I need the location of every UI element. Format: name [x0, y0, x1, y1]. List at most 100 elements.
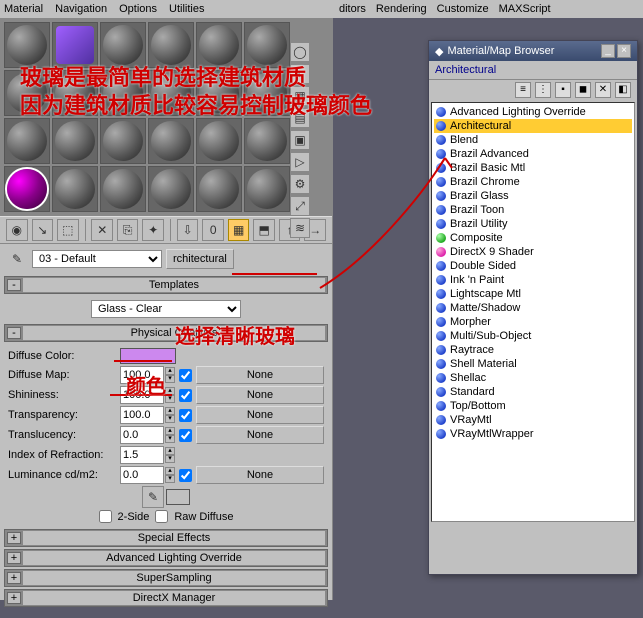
- backlight-icon[interactable]: ◐: [290, 64, 310, 84]
- menu-editors[interactable]: ditors: [339, 3, 366, 15]
- expand-icon[interactable]: +: [7, 572, 21, 584]
- material-map-nav-icon[interactable]: ≋: [290, 218, 310, 238]
- luminance-map-button[interactable]: None: [196, 466, 324, 484]
- show-map-icon[interactable]: ▦: [228, 219, 250, 241]
- material-list-item[interactable]: Matte/Shadow: [434, 301, 632, 315]
- spin-up-icon[interactable]: ▴: [165, 407, 175, 415]
- spin-up-icon[interactable]: ▴: [165, 447, 175, 455]
- diffuse-map-spinner[interactable]: [120, 366, 164, 384]
- view-list-icons-icon[interactable]: ⋮: [535, 82, 551, 98]
- material-list-item[interactable]: Shell Material: [434, 357, 632, 371]
- expand-icon[interactable]: +: [7, 552, 21, 564]
- diffuse-map-button[interactable]: None: [196, 366, 324, 384]
- spin-down-icon[interactable]: ▾: [165, 375, 175, 383]
- material-list-item[interactable]: Morpher: [434, 315, 632, 329]
- main-menubar[interactable]: ditors Rendering Customize MAXScript: [333, 0, 643, 18]
- sample-type-icon[interactable]: ◯: [290, 42, 310, 62]
- spin-up-icon[interactable]: ▴: [165, 427, 175, 435]
- material-list-item[interactable]: Architectural: [434, 119, 632, 133]
- set-luminance-color[interactable]: [166, 489, 190, 505]
- material-list-item[interactable]: Composite: [434, 231, 632, 245]
- material-id-icon[interactable]: 0: [202, 219, 224, 241]
- sample-slot[interactable]: [196, 166, 242, 212]
- view-small-icon[interactable]: ▪: [555, 82, 571, 98]
- sample-slot[interactable]: [196, 22, 242, 68]
- material-list-item[interactable]: Brazil Toon: [434, 203, 632, 217]
- background-icon[interactable]: ▦: [290, 86, 310, 106]
- spin-down-icon[interactable]: ▾: [165, 455, 175, 463]
- sample-slot[interactable]: [100, 22, 146, 68]
- two-side-checkbox[interactable]: [99, 510, 112, 523]
- sample-slot[interactable]: [196, 70, 242, 116]
- select-by-mtl-icon[interactable]: ⤢: [290, 196, 310, 216]
- menu-customize[interactable]: Customize: [437, 3, 489, 15]
- translucency-spinner[interactable]: [120, 426, 164, 444]
- material-list-item[interactable]: Lightscape Mtl: [434, 287, 632, 301]
- collapse-icon[interactable]: -: [7, 279, 21, 291]
- templates-rollout-header[interactable]: - Templates: [4, 276, 328, 294]
- sample-slot[interactable]: [244, 166, 290, 212]
- adv-lighting-header[interactable]: +Advanced Lighting Override: [4, 549, 328, 567]
- assign-to-selection-icon[interactable]: ⬚: [57, 219, 79, 241]
- sample-slot[interactable]: [4, 118, 50, 164]
- expand-icon[interactable]: +: [7, 532, 21, 544]
- material-list-item[interactable]: Brazil Advanced: [434, 147, 632, 161]
- ior-spinner[interactable]: [120, 446, 164, 464]
- transparency-map-button[interactable]: None: [196, 406, 324, 424]
- spin-down-icon[interactable]: ▾: [165, 395, 175, 403]
- spin-down-icon[interactable]: ▾: [165, 475, 175, 483]
- sample-slot[interactable]: [148, 118, 194, 164]
- material-list-item[interactable]: Advanced Lighting Override: [434, 105, 632, 119]
- luminance-spinner[interactable]: [120, 466, 164, 484]
- video-check-icon[interactable]: ▣: [290, 130, 310, 150]
- template-select[interactable]: Glass - Clear: [91, 300, 241, 318]
- options-icon[interactable]: ⚙: [290, 174, 310, 194]
- menu-options[interactable]: Options: [119, 3, 157, 15]
- show-end-result-icon[interactable]: ⬒: [253, 219, 275, 241]
- material-list-item[interactable]: Brazil Chrome: [434, 175, 632, 189]
- raw-diffuse-checkbox[interactable]: [155, 510, 168, 523]
- make-copy-icon[interactable]: ⎘: [117, 219, 139, 241]
- menu-material[interactable]: Material: [4, 3, 43, 15]
- sample-slot[interactable]: [148, 22, 194, 68]
- options-icon[interactable]: ◧: [615, 82, 631, 98]
- material-list-item[interactable]: Multi/Sub-Object: [434, 329, 632, 343]
- material-list-item[interactable]: VRayMtl: [434, 413, 632, 427]
- sample-slot[interactable]: [244, 70, 290, 116]
- special-effects-header[interactable]: +Special Effects: [4, 529, 328, 547]
- spin-up-icon[interactable]: ▴: [165, 367, 175, 375]
- material-list-item[interactable]: Brazil Basic Mtl: [434, 161, 632, 175]
- put-to-library-icon[interactable]: ⇩: [177, 219, 199, 241]
- pick-material-icon[interactable]: ✎: [6, 248, 28, 270]
- collapse-icon[interactable]: -: [7, 327, 21, 339]
- spin-up-icon[interactable]: ▴: [165, 467, 175, 475]
- translucency-map-button[interactable]: None: [196, 426, 324, 444]
- menu-maxscript[interactable]: MAXScript: [499, 3, 551, 15]
- material-list-item[interactable]: Standard: [434, 385, 632, 399]
- view-list-icon[interactable]: ≡: [515, 82, 531, 98]
- sample-slot[interactable]: [100, 118, 146, 164]
- sample-slot[interactable]: [52, 118, 98, 164]
- browser-titlebar[interactable]: ◆Material/Map Browser _×: [429, 41, 637, 61]
- sample-slot[interactable]: [52, 70, 98, 116]
- material-list-item[interactable]: Brazil Utility: [434, 217, 632, 231]
- material-list-item[interactable]: VRayMtlWrapper: [434, 427, 632, 441]
- sample-slot[interactable]: [52, 166, 98, 212]
- physical-rollout-header[interactable]: - Physical Qualities: [4, 324, 328, 342]
- directx-header[interactable]: +DirectX Manager: [4, 589, 328, 607]
- menu-utilities[interactable]: Utilities: [169, 3, 204, 15]
- material-list-item[interactable]: Top/Bottom: [434, 399, 632, 413]
- material-type-button[interactable]: rchitectural: [166, 249, 234, 269]
- close-icon[interactable]: ×: [617, 44, 631, 58]
- sample-slot[interactable]: [244, 118, 290, 164]
- luminance-enable[interactable]: [179, 469, 192, 482]
- diffuse-map-enable[interactable]: [179, 369, 192, 382]
- put-to-scene-icon[interactable]: ↘: [32, 219, 54, 241]
- minimize-icon[interactable]: _: [601, 44, 615, 58]
- spin-down-icon[interactable]: ▾: [165, 435, 175, 443]
- material-list-item[interactable]: Ink 'n Paint: [434, 273, 632, 287]
- shininess-enable[interactable]: [179, 389, 192, 402]
- material-list-item[interactable]: Raytrace: [434, 343, 632, 357]
- clear-icon[interactable]: ✕: [595, 82, 611, 98]
- sample-slot[interactable]: [52, 22, 98, 68]
